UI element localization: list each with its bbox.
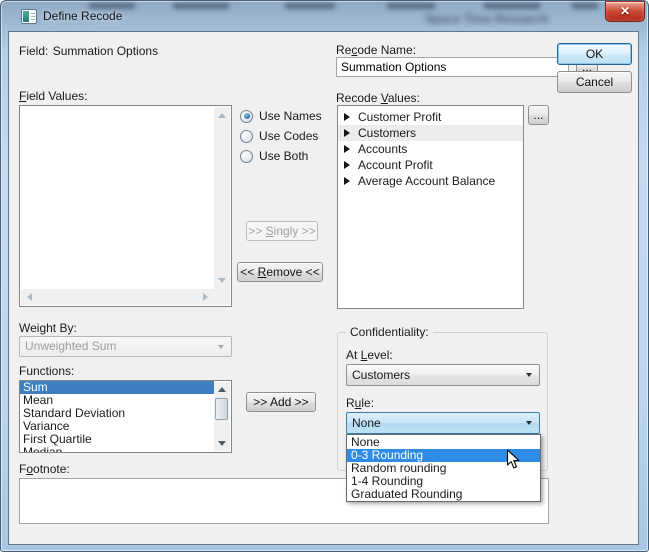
remove-button[interactable]: << Remove << xyxy=(237,262,323,282)
rule-combobox[interactable]: None xyxy=(346,412,540,434)
recode-values-browse-button[interactable]: ... xyxy=(528,105,549,125)
list-item-label: Customer Profit xyxy=(358,110,441,124)
weight-by-value: Unweighted Sum xyxy=(25,339,116,353)
ok-button[interactable]: OK xyxy=(557,43,632,65)
vertical-scrollbar[interactable] xyxy=(214,382,230,451)
weight-by-label: Weight By: xyxy=(19,321,77,335)
chevron-down-icon xyxy=(526,421,532,425)
functions-label: Functions: xyxy=(19,364,74,378)
recode-name-input[interactable] xyxy=(336,57,569,77)
window-title: Define Recode xyxy=(43,9,122,23)
footnote-label: Footnote: xyxy=(19,462,70,476)
at-level-label: At Level: xyxy=(346,348,393,362)
titlebar[interactable]: Space Time Research Define Recode ✕ xyxy=(1,1,648,31)
field-value: Summation Options xyxy=(53,44,158,58)
list-item[interactable]: Median xyxy=(20,446,214,453)
radio-use-names[interactable]: Use Names xyxy=(240,108,322,124)
list-item[interactable]: Customer Profit xyxy=(338,109,523,125)
radio-label: Use Codes xyxy=(259,129,318,143)
radio-unchecked-icon xyxy=(240,130,253,143)
list-item-label: Average Account Balance xyxy=(358,174,495,188)
chevron-down-icon xyxy=(526,373,532,377)
background-window-artifact xyxy=(572,3,598,9)
expand-triangle-icon[interactable] xyxy=(344,145,350,153)
list-item[interactable]: Account Profit xyxy=(338,157,523,173)
scrollbar-corner xyxy=(214,289,230,305)
at-level-value: Customers xyxy=(352,368,410,382)
mouse-cursor-icon xyxy=(506,449,521,470)
rule-value: None xyxy=(352,416,381,430)
scroll-down-icon xyxy=(218,278,226,283)
dropdown-option[interactable]: Graduated Rounding xyxy=(347,488,540,501)
list-item-label: Account Profit xyxy=(358,158,433,172)
close-icon: ✕ xyxy=(620,4,630,18)
list-item[interactable]: Customers xyxy=(338,125,523,141)
dialog-client-area: Field: Summation Options Recode Name: ..… xyxy=(8,31,639,545)
radio-checked-icon xyxy=(240,110,253,123)
weight-by-combobox: Unweighted Sum xyxy=(19,336,232,357)
radio-use-codes[interactable]: Use Codes xyxy=(240,128,318,144)
background-window-title: Space Time Research xyxy=(425,12,595,26)
expand-triangle-icon[interactable] xyxy=(344,161,350,169)
recode-values-label: Recode Values: xyxy=(336,91,420,105)
background-window-artifact xyxy=(173,3,229,9)
list-item-label: Customers xyxy=(358,126,416,140)
recode-name-label: Recode Name: xyxy=(336,43,416,57)
add-button[interactable]: >> Add >> xyxy=(246,392,316,412)
list-item[interactable]: Accounts xyxy=(338,141,523,157)
radio-label: Use Names xyxy=(259,109,322,123)
scroll-up-icon xyxy=(218,113,226,118)
rule-label: Rule: xyxy=(346,396,374,410)
cancel-button[interactable]: Cancel xyxy=(557,71,632,93)
vertical-scrollbar xyxy=(214,107,230,289)
recode-values-listbox[interactable]: Customer Profit Customers Accounts Accou… xyxy=(337,105,524,309)
radio-unchecked-icon xyxy=(240,150,253,163)
expand-triangle-icon[interactable] xyxy=(344,113,350,121)
singly-button: >> Singly >> xyxy=(246,221,318,241)
functions-listbox[interactable]: Sum Mean Standard Deviation Variance Fir… xyxy=(19,380,232,453)
list-item[interactable]: Average Account Balance xyxy=(338,173,523,189)
background-window-artifact xyxy=(484,3,540,9)
field-values-label: Field Values: xyxy=(19,89,88,103)
dialog-icon xyxy=(21,9,37,24)
at-level-combobox[interactable]: Customers xyxy=(346,364,540,386)
expand-triangle-icon[interactable] xyxy=(344,177,350,185)
scroll-up-icon[interactable] xyxy=(218,387,226,392)
scroll-left-icon xyxy=(27,293,32,301)
chevron-down-icon xyxy=(218,345,224,349)
field-summary: Field: Summation Options xyxy=(19,44,158,58)
close-button[interactable]: ✕ xyxy=(605,1,645,22)
list-item-label: Accounts xyxy=(358,142,407,156)
scrollbar-thumb[interactable] xyxy=(215,398,228,420)
radio-use-both[interactable]: Use Both xyxy=(240,148,308,164)
field-values-listbox[interactable] xyxy=(19,105,232,307)
scroll-down-icon[interactable] xyxy=(218,441,226,446)
background-window-artifact xyxy=(285,3,335,9)
expand-triangle-icon[interactable] xyxy=(344,129,350,137)
scroll-right-icon xyxy=(203,293,208,301)
define-recode-dialog: Space Time Research Define Recode ✕ Fiel… xyxy=(0,0,649,552)
horizontal-scrollbar xyxy=(21,289,214,305)
background-window-artifact xyxy=(387,3,435,9)
radio-label: Use Both xyxy=(259,149,308,163)
field-label: Field: xyxy=(19,44,48,58)
confidentiality-title: Confidentiality: xyxy=(346,325,433,339)
